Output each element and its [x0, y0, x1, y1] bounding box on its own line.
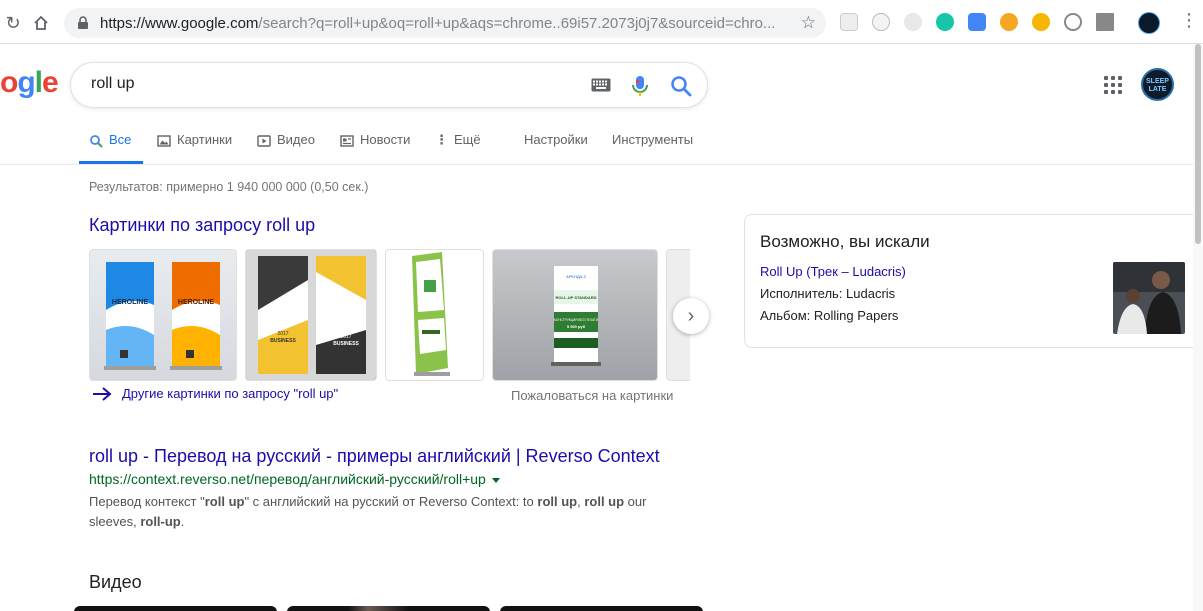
browser-profile-avatar[interactable]	[1138, 12, 1160, 34]
thumb-label: BUSINESS	[333, 341, 359, 347]
tab-label: Новости	[360, 132, 411, 147]
track-link[interactable]: Roll Up (Трек – Ludacris)	[760, 264, 906, 279]
search-box	[70, 62, 708, 108]
result-url-text: https://context.reverso.net/перевод/англ…	[89, 471, 486, 487]
thumb-label: HEROLINE	[112, 299, 149, 306]
tab-video[interactable]: Видео	[257, 132, 315, 164]
mic-icon[interactable]	[631, 75, 649, 97]
album-line: Альбом: Rolling Papers	[760, 308, 899, 323]
tab-news[interactable]: Новости	[340, 132, 410, 164]
url-text: https://www.google.com/search?q=roll+up&…	[100, 14, 776, 32]
extension-grammarly-icon[interactable]	[936, 13, 954, 31]
search-input[interactable]	[91, 75, 571, 93]
google-translate-icon[interactable]	[968, 13, 986, 31]
dropdown-caret-icon[interactable]	[491, 477, 500, 483]
tab-settings[interactable]: Настройки	[524, 132, 588, 164]
scrollbar-thumb[interactable]	[1195, 44, 1201, 244]
panel-title: Возможно, вы искали	[760, 232, 930, 251]
image-thumbnail-business[interactable]: 2017 BUSINESS 2017 BUSINESS	[245, 249, 377, 381]
tab-label: Все	[109, 132, 132, 147]
tab-label: Картинки	[177, 132, 233, 147]
account-avatar[interactable]: SLEEP LATE	[1141, 68, 1174, 101]
extension-owl-icon[interactable]	[904, 13, 922, 31]
tab-label: Ещё	[454, 132, 481, 147]
tab-label: Видео	[277, 132, 315, 147]
thumb-label: 2017	[340, 334, 351, 340]
more-vert-icon[interactable]: ⋮	[1180, 10, 1198, 31]
reload-icon[interactable]: ↻	[0, 10, 26, 36]
page-scrollbar[interactable]	[1193, 44, 1203, 611]
news-icon	[340, 135, 354, 147]
video-thumbnail[interactable]	[287, 606, 490, 611]
tab-more[interactable]: ⋮ Ещё	[435, 132, 481, 164]
tab-label: Настройки	[524, 132, 588, 147]
image-thumbnail-rollup-standard[interactable]: АРЕНДА-2 ROLL-UP STANDARD КОНСТРУКЦИЯ ВЕ…	[492, 249, 658, 381]
image-thumbnail-heroline[interactable]: HEROLINE HEROLINE	[89, 249, 237, 381]
play-icon	[257, 135, 271, 147]
extension-m-icon[interactable]	[872, 13, 890, 31]
tab-label: Инструменты	[612, 132, 694, 147]
extension-grid-icon[interactable]	[840, 13, 858, 31]
search-icon[interactable]	[669, 74, 693, 98]
image-icon	[157, 135, 171, 147]
home-icon[interactable]	[28, 10, 54, 36]
video-thumbnail[interactable]	[500, 606, 703, 611]
tabs-divider	[0, 164, 1193, 165]
extension-eyes-icon[interactable]	[1000, 13, 1018, 31]
more-vert-icon: ⋮	[435, 132, 448, 147]
address-bar[interactable]: https://www.google.com/search?q=roll+up&…	[64, 8, 826, 38]
video-thumbnail[interactable]	[74, 606, 277, 611]
tab-tools[interactable]: Инструменты	[612, 132, 693, 164]
did-you-mean-panel: Возможно, вы искали Roll Up (Трек – Luda…	[744, 214, 1200, 348]
chevron-right-icon[interactable]: ›	[673, 298, 709, 334]
artist-line: Исполнитель: Ludacris	[760, 286, 896, 301]
lock-icon	[78, 16, 88, 29]
google-logo[interactable]: ogle	[0, 66, 59, 100]
tab-all[interactable]: Все	[79, 132, 144, 164]
thumb-label: 5 500 руб	[567, 324, 586, 329]
report-images-link[interactable]: Пожаловаться на картинки	[511, 388, 673, 403]
bookmark-star-icon[interactable]: ☆	[801, 13, 816, 33]
more-images-label: Другие картинки по запросу "roll up"	[122, 386, 339, 401]
arrow-right-icon	[93, 386, 112, 401]
video-heading: Видео	[89, 572, 142, 592]
result-stats: Результатов: примерно 1 940 000 000 (0,5…	[89, 180, 369, 194]
extension-square-icon[interactable]	[1096, 13, 1114, 31]
thumb-label: 2017	[277, 331, 288, 337]
thumb-label: HEROLINE	[178, 299, 215, 306]
result-snippet: Перевод контекст "roll up" с английский …	[89, 494, 647, 529]
tab-images[interactable]: Картинки	[157, 132, 232, 164]
globe-icon[interactable]	[1064, 13, 1082, 31]
more-images-link[interactable]: Другие картинки по запросу "roll up"	[92, 386, 338, 401]
thumb-label: ROLL-UP STANDARD	[556, 295, 597, 300]
artist-photo[interactable]	[1113, 262, 1185, 334]
thumb-label: КОНСТРУКЦИЯ ВЕЗ ПЕЧАТИ	[554, 318, 599, 322]
thumb-label: BUSINESS	[270, 338, 296, 344]
apps-grid-icon[interactable]	[1104, 76, 1122, 94]
image-thumbnail-green-rollup[interactable]	[385, 249, 484, 381]
search-icon	[90, 135, 103, 148]
images-heading-link[interactable]: Картинки по запросу roll up	[89, 215, 315, 236]
result-title-link[interactable]: roll up - Перевод на русский - примеры а…	[89, 446, 660, 467]
browser-toolbar: ↻ https://www.google.com/search?q=roll+u…	[0, 0, 1203, 44]
result-url[interactable]: https://context.reverso.net/перевод/англ…	[89, 471, 500, 487]
thumb-label: АРЕНДА-2	[566, 274, 587, 279]
keyboard-icon[interactable]	[591, 78, 611, 92]
extension-flower-icon[interactable]	[1032, 13, 1050, 31]
